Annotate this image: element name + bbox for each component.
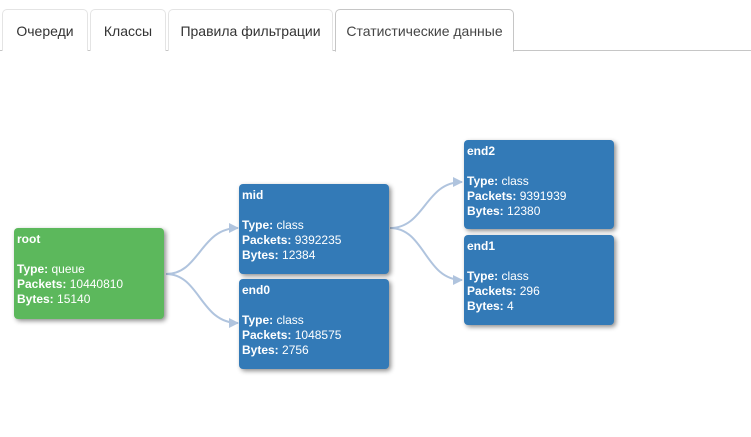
tab-label: Статистические данные — [346, 22, 503, 39]
link-mid-end2 — [389, 177, 463, 229]
node-name: root — [17, 232, 41, 246]
tree-node-end0[interactable]: end0 Type: class Packets: 1048575 Bytes:… — [239, 279, 389, 369]
type-label: Type: — [17, 262, 49, 276]
packets-label: Packets: — [467, 284, 517, 298]
bytes-label: Bytes: — [17, 292, 54, 306]
node-packets: 296 — [519, 284, 540, 298]
node-name: end0 — [242, 283, 271, 297]
packets-label: Packets: — [242, 328, 292, 342]
node-packets: 9392235 — [294, 233, 342, 247]
tree-node-root[interactable]: root Type: queue Packets: 10440810 Bytes… — [14, 228, 164, 319]
packets-label: Packets: — [242, 233, 292, 247]
bytes-label: Bytes: — [242, 343, 279, 357]
type-label: Type: — [467, 269, 499, 283]
node-bytes: 12380 — [507, 204, 541, 218]
tree-node-mid[interactable]: mid Type: class Packets: 9392235 Bytes: … — [239, 184, 389, 274]
node-packets: 10440810 — [69, 277, 124, 291]
node-name: end2 — [467, 144, 496, 158]
node-packets: 1048575 — [294, 328, 342, 342]
tab-statistics[interactable]: Статистические данные — [335, 9, 514, 52]
link-mid-end1 — [389, 227, 463, 285]
node-bytes: 12384 — [282, 248, 316, 262]
tree-node-end1[interactable]: end1 Type: class Packets: 296 Bytes: 4 — [464, 235, 614, 325]
type-label: Type: — [242, 313, 274, 327]
packets-label: Packets: — [17, 277, 67, 291]
type-label: Type: — [242, 218, 274, 232]
link-root-mid — [165, 223, 239, 275]
node-name: end1 — [467, 239, 496, 253]
packets-label: Packets: — [467, 189, 517, 203]
node-type: class — [276, 313, 304, 327]
node-name: mid — [242, 188, 264, 202]
bytes-label: Bytes: — [242, 248, 279, 262]
node-bytes: 15140 — [57, 292, 91, 306]
type-label: Type: — [467, 174, 499, 188]
bytes-label: Bytes: — [467, 204, 504, 218]
link-root-end0 — [165, 273, 239, 328]
node-type: queue — [51, 262, 85, 276]
node-type: class — [501, 174, 529, 188]
node-type: class — [276, 218, 304, 232]
bytes-label: Bytes: — [467, 299, 504, 313]
node-bytes: 4 — [507, 299, 514, 313]
node-type: class — [501, 269, 529, 283]
node-bytes: 2756 — [282, 343, 309, 357]
node-packets: 9391939 — [519, 189, 567, 203]
tree-node-end2[interactable]: end2 Type: class Packets: 9391939 Bytes:… — [464, 140, 614, 229]
